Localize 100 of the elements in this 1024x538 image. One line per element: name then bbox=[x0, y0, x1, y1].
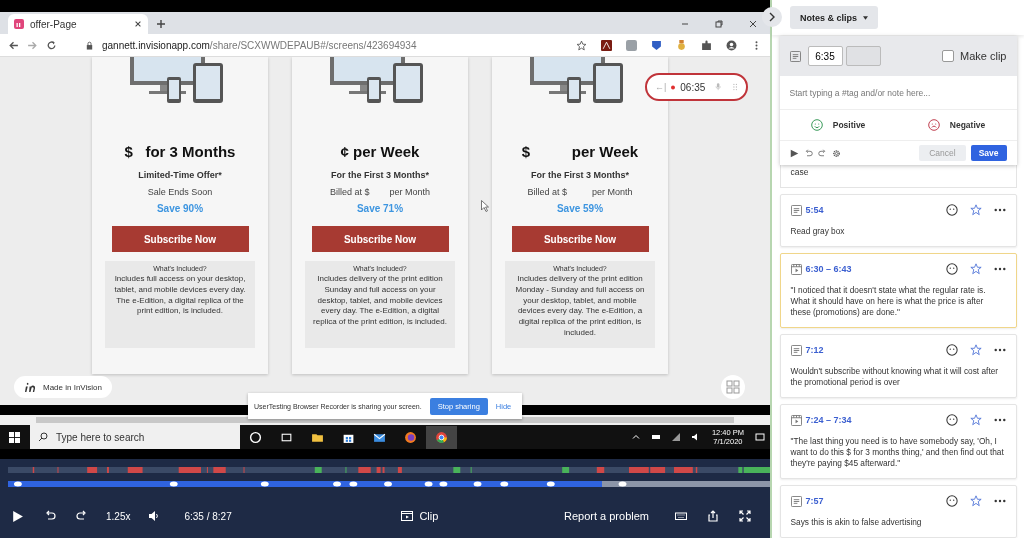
note-timestamp[interactable]: 5:54 bbox=[805, 205, 824, 215]
clip-icon bbox=[401, 510, 414, 522]
puzzle-icon[interactable] bbox=[701, 39, 712, 51]
note-text: Wouldn't subscribe without knowing what it will cost after the promotional period is over bbox=[790, 366, 1000, 388]
savings-text: Save 90% bbox=[156, 203, 204, 214]
star-icon[interactable] bbox=[969, 204, 982, 216]
extension-icon[interactable] bbox=[626, 39, 637, 51]
end-time-field[interactable] bbox=[845, 46, 881, 67]
subscribe-button[interactable]: Subscribe Now bbox=[311, 226, 449, 252]
progress-track[interactable] bbox=[8, 481, 770, 487]
grip-icon[interactable] bbox=[731, 82, 738, 92]
chrome-icon[interactable] bbox=[426, 425, 457, 449]
note-icon bbox=[790, 204, 802, 216]
star-icon[interactable] bbox=[969, 495, 982, 507]
note-timestamp[interactable]: 7:12 bbox=[805, 345, 824, 355]
face-icon[interactable] bbox=[945, 495, 958, 507]
windows-logo-icon[interactable] bbox=[9, 431, 20, 443]
price-heading: $ for 3 Months bbox=[124, 143, 236, 160]
savings-text: Save 59% bbox=[556, 203, 604, 214]
note-text: Says this is akin to false advertising bbox=[790, 517, 923, 528]
frown-icon bbox=[927, 119, 940, 132]
note-card[interactable]: 7:57 Says this is akin to false advertising bbox=[779, 485, 1017, 538]
note-icon bbox=[789, 50, 801, 62]
browser-tab[interactable]: offer-Page bbox=[8, 14, 148, 34]
profile-icon[interactable] bbox=[726, 39, 737, 51]
settings-icon[interactable] bbox=[831, 148, 841, 158]
star-icon[interactable] bbox=[969, 414, 982, 426]
note-card[interactable]: 6:30 – 6:43 "I noticed that it doesn't state what the regular rate is. What it should have on here is what the price is after these (promotions) are done." bbox=[779, 253, 1017, 328]
speed-button[interactable]: 1.25x bbox=[100, 510, 137, 522]
notes-clips-dropdown[interactable]: Notes & clips bbox=[790, 6, 878, 30]
medal-extension-icon[interactable] bbox=[676, 39, 687, 51]
positive-button[interactable]: Positive bbox=[804, 118, 872, 133]
note-card[interactable]: 7:12 Wouldn't subscribe without knowing what it will cost after the promotional period is over bbox=[779, 334, 1017, 398]
note-text: case bbox=[790, 167, 809, 178]
offer-term: For the First 3 Months* bbox=[531, 170, 629, 180]
note-timestamp[interactable]: 6:30 – 6:43 bbox=[805, 264, 852, 274]
note-timestamp[interactable]: 7:57 bbox=[805, 496, 824, 506]
start-time-field[interactable]: 6:35 bbox=[807, 46, 843, 67]
clip-button[interactable]: Clip bbox=[395, 509, 445, 523]
recording-dot-icon bbox=[671, 84, 676, 90]
play-icon[interactable] bbox=[789, 148, 799, 158]
face-icon[interactable] bbox=[945, 204, 958, 216]
price-heading: $ per Week bbox=[521, 143, 639, 160]
face-icon[interactable] bbox=[945, 344, 958, 356]
billing-text: Sale Ends Soon bbox=[147, 187, 213, 197]
included-text: Includes full access on your desktop, tablet, and mobile devices every day. The e-Edition, a digital replica of the print edition, is included. bbox=[113, 274, 247, 318]
battery-icon[interactable] bbox=[650, 432, 661, 442]
search-icon bbox=[38, 432, 48, 442]
price-heading: ¢ per Week bbox=[340, 143, 420, 160]
restore-icon[interactable] bbox=[714, 19, 724, 29]
notification-icon[interactable] bbox=[755, 432, 765, 442]
reload-icon[interactable] bbox=[46, 39, 57, 51]
recording-time: 06:35 bbox=[680, 81, 706, 93]
subscribe-button[interactable]: Subscribe Now bbox=[111, 226, 249, 252]
face-icon[interactable] bbox=[945, 414, 958, 426]
included-text: Includes delivery of the print edition Monday - Sunday and full access on your desktop, tablet, and mobile devices every day. The e-Edition, a digital replica of the print edition, is included. bbox=[514, 274, 646, 339]
invision-favicon-icon bbox=[14, 19, 24, 29]
note-text: Read gray box bbox=[790, 226, 846, 237]
offer-term: For the First 3 Months* bbox=[331, 170, 429, 180]
star-icon[interactable] bbox=[576, 39, 587, 51]
subscribe-button[interactable]: Subscribe Now bbox=[511, 226, 649, 252]
note-input[interactable]: Start typing a #tag and/or note here... bbox=[779, 76, 1017, 111]
new-tab-icon[interactable] bbox=[156, 19, 166, 29]
face-icon[interactable] bbox=[945, 263, 958, 275]
report-problem-button[interactable]: Report a problem bbox=[558, 509, 655, 523]
negative-button[interactable]: Negative bbox=[921, 118, 992, 133]
included-text: Includes delivery of the print edition Sunday and full access on your desktop, tablet, and mobile devices every day. The e-Edition, a digital replica of the print edition, is included. bbox=[312, 274, 448, 328]
pdf-extension-icon[interactable] bbox=[601, 39, 612, 51]
close-icon[interactable] bbox=[134, 20, 142, 28]
save-button[interactable]: Save bbox=[970, 145, 1007, 162]
note-icon bbox=[790, 495, 802, 507]
note-text: "I noticed that it doesn't state what the regular rate is. What it should have on here is what the price is after these (promotions) are done." bbox=[790, 285, 987, 318]
note-timestamp[interactable]: 7:24 – 7:34 bbox=[805, 415, 852, 425]
make-clip-checkbox[interactable] bbox=[942, 50, 955, 63]
note-icon bbox=[790, 344, 802, 356]
chevron-up-icon[interactable] bbox=[630, 432, 641, 442]
note-card[interactable]: 7:24 – 7:34 "The last thing you need is to have somebody say, 'Oh, I want to do this $ for 3 months thing,' and then find out that they're paying $45 afterward." bbox=[779, 404, 1017, 479]
clip-icon bbox=[790, 263, 802, 275]
savings-text: Save 71% bbox=[356, 203, 404, 214]
offer-term: Limited-Time Offer* bbox=[138, 170, 222, 180]
playback-time: 6:35 / 8:27 bbox=[184, 510, 232, 522]
collapse-panel-icon[interactable] bbox=[762, 7, 782, 27]
cursor-icon bbox=[481, 200, 489, 212]
shield-extension-icon[interactable] bbox=[651, 39, 662, 51]
wifi-icon[interactable] bbox=[670, 432, 681, 442]
note-text: "The last thing you need is to have somebody say, 'Oh, I want to do this $ for 3 months thing,' and then find out that they're paying $45 afterward." bbox=[790, 436, 1005, 469]
close-icon[interactable] bbox=[748, 19, 758, 29]
note-card[interactable]: 5:54 Read gray box bbox=[779, 194, 1017, 247]
back-icon[interactable] bbox=[8, 39, 19, 51]
billing-text: Billed at $ per Month bbox=[329, 187, 431, 197]
taskbar-search-field[interactable]: Type here to search bbox=[30, 425, 240, 449]
make-clip-label: Make clip bbox=[960, 50, 1007, 63]
invision-badge[interactable]: Made in InVision bbox=[14, 376, 112, 398]
caret-icon bbox=[863, 15, 868, 20]
smiley-icon bbox=[810, 119, 823, 132]
star-icon[interactable] bbox=[969, 344, 982, 356]
invision-logo-icon bbox=[24, 381, 37, 393]
star-icon[interactable] bbox=[969, 263, 982, 275]
clip-icon bbox=[790, 414, 802, 426]
billing-text: Billed at $ per Month bbox=[527, 187, 633, 197]
